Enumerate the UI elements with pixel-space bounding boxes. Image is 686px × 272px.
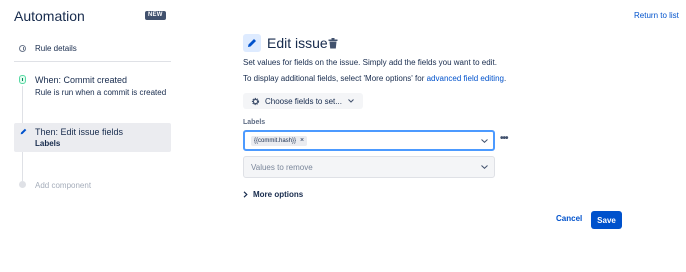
info-icon [19,44,26,52]
rule-details-label: Rule details [35,43,77,53]
save-button[interactable]: Save [591,211,622,229]
action-subtitle: Labels [35,139,61,148]
advanced-editing-suffix: . [503,74,507,83]
choose-fields-label: Choose fields to set... [265,96,342,106]
editor-title: Edit issue [267,35,328,51]
timeline-line [22,152,23,181]
trigger-description: Rule is run when a commit is created [35,88,167,97]
commit-trigger-icon [19,75,26,84]
action-item-selected[interactable]: Then: Edit issue fields Labels [14,123,171,152]
choose-fields-button[interactable]: Choose fields to set... [243,93,363,109]
advanced-editing-note: To display additional fields, select 'Mo… [243,74,506,83]
editor-description: Set values for fields on the issue. Simp… [243,58,497,67]
return-to-list-link[interactable]: Return to list [634,11,679,20]
remove-tag-icon[interactable]: × [300,136,304,146]
values-to-remove-select[interactable]: Values to remove [243,156,495,178]
more-options-label: More options [253,190,304,199]
more-options-toggle[interactable]: More options [243,190,303,199]
sidebar: Automation NEW Rule details When: Commit… [0,0,180,272]
add-component-label: Add component [35,181,92,190]
trigger-title: When: Commit created [35,75,128,85]
divider [14,61,171,62]
label-tag: {{commit.hash}} × [251,136,308,146]
labels-select[interactable]: {{commit.hash}} × [243,130,495,151]
chevron-down-icon [481,165,488,169]
timeline-line [22,86,23,123]
add-component-icon [19,181,26,188]
values-to-remove-placeholder: Values to remove [251,163,313,172]
gear-icon [251,97,260,105]
cancel-button[interactable]: Cancel [556,214,582,223]
app-title: Automation [14,8,85,24]
rule-details-item[interactable]: Rule details [19,43,77,53]
chevron-down-icon [481,139,488,143]
advanced-editing-prefix: To display additional fields, select 'Mo… [243,74,427,83]
chevron-right-icon [243,191,248,198]
action-title: Then: Edit issue fields [35,127,124,137]
advanced-field-editing-link[interactable]: advanced field editing [427,74,504,83]
chevron-down-icon [348,99,354,103]
more-icon[interactable]: ••• [500,134,508,144]
pencil-icon [248,39,256,47]
labels-field-label: Labels [243,119,266,126]
trash-icon[interactable] [328,38,338,49]
pencil-icon [20,128,27,135]
new-badge: NEW [145,11,166,20]
edit-issue-icon-tile [243,34,261,52]
label-tag-text: {{commit.hash}} [254,138,297,144]
